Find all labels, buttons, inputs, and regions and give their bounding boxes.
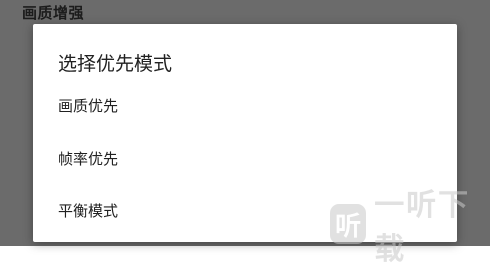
option-quality-priority[interactable]: 画质优先: [58, 95, 126, 116]
page-title: 画质增强: [22, 4, 85, 22]
watermark-logo-icon: 听: [330, 204, 367, 244]
option-framerate-priority[interactable]: 帧率优先: [58, 148, 126, 169]
watermark-text: 一听下载: [374, 188, 471, 267]
dialog-title: 选择优先模式: [58, 53, 173, 75]
option-balanced-mode[interactable]: 平衡模式: [58, 200, 126, 221]
watermark: 听 一听下载: [330, 188, 490, 267]
